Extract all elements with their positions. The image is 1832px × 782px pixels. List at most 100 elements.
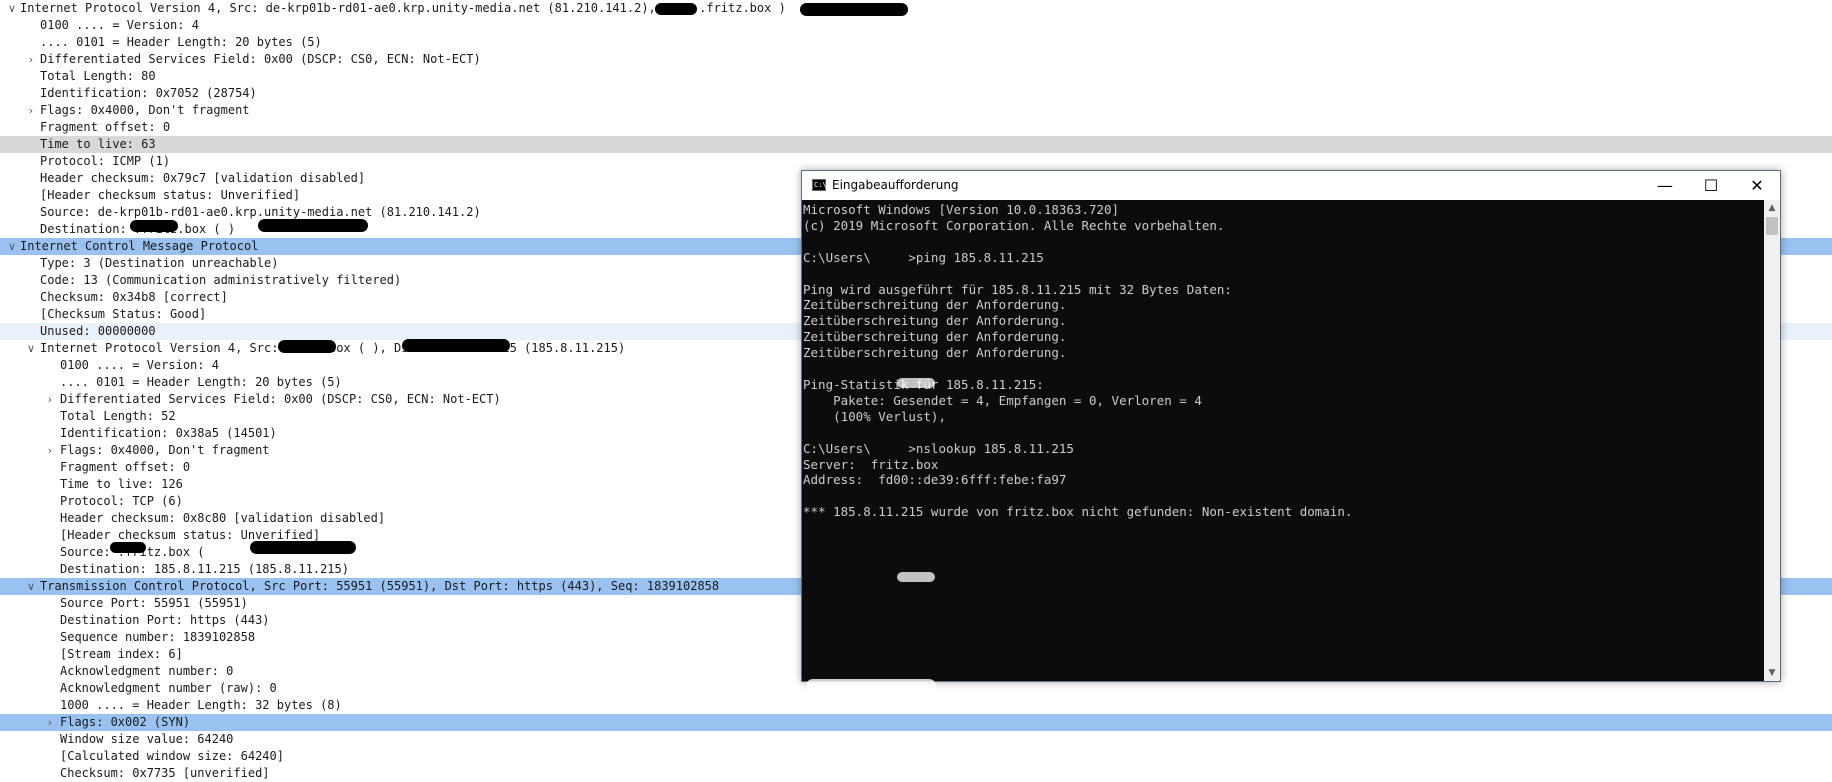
tree-row[interactable]: ∨ Internet Protocol Version 4, Src: de-kr… bbox=[0, 0, 1832, 17]
console-line: Zeitüberschreitung der Anforderung. bbox=[803, 345, 1067, 361]
tree-row-text: Type: 3 (Destination unreachable) bbox=[40, 256, 279, 270]
expand-down-icon[interactable]: ∨ bbox=[5, 0, 19, 17]
tree-row-text: Identification: 0x38a5 (14501) bbox=[60, 426, 277, 440]
redaction-mark bbox=[897, 378, 935, 388]
tree-row-text: Protocol: ICMP (1) bbox=[40, 154, 171, 168]
window-title: Eingabeaufforderung bbox=[832, 178, 959, 192]
redaction-mark bbox=[278, 340, 336, 353]
tree-row-text: Flags: 0x002 (SYN) bbox=[60, 715, 191, 729]
console-line: C:\Users\ >ping 185.8.11.215 bbox=[803, 249, 1044, 265]
redaction-mark bbox=[897, 572, 935, 582]
redaction-mark bbox=[402, 339, 510, 352]
tree-row-text: Sequence number: 1839102858 bbox=[60, 630, 256, 644]
expand-right-icon[interactable]: › bbox=[43, 714, 57, 731]
scroll-down-arrow-icon[interactable]: ▼ bbox=[1764, 665, 1780, 681]
tree-row-text: [Checksum Status: Good] bbox=[40, 307, 207, 321]
tree-row-text: Window size value: 64240 bbox=[60, 732, 234, 746]
scroll-thumb[interactable] bbox=[1766, 217, 1778, 235]
window-titlebar[interactable]: C:\. Eingabeaufforderung — ☐ ✕ bbox=[802, 171, 1780, 200]
maximize-button[interactable]: ☐ bbox=[1688, 171, 1734, 200]
console-scrollbar[interactable]: ▲ ▼ bbox=[1764, 200, 1780, 681]
tree-row-text: Time to live: 126 bbox=[60, 477, 183, 491]
tree-row-text: 1000 .... = Header Length: 32 bytes (8) bbox=[60, 698, 342, 712]
tree-row-text: Transmission Control Protocol, Src Port:… bbox=[40, 579, 720, 593]
tree-row[interactable]: Time to live: 63 bbox=[0, 136, 1832, 153]
expand-down-icon[interactable]: ∨ bbox=[5, 238, 19, 255]
expand-right-icon[interactable]: › bbox=[24, 102, 38, 119]
console-line: (c) 2019 Microsoft Corporation. Alle Rec… bbox=[803, 217, 1225, 233]
console-line: Address: fd00::de39:6fff:febe:fa97 bbox=[803, 472, 1067, 488]
tree-row-text: .... 0101 = Header Length: 20 bytes (5) bbox=[40, 35, 322, 49]
redaction-mark bbox=[806, 679, 936, 693]
expand-down-icon[interactable]: ∨ bbox=[24, 340, 38, 357]
tree-row-text: Destination: 185.8.11.215 (185.8.11.215) bbox=[60, 562, 349, 576]
tree-row[interactable]: › Differentiated Services Field: 0x00 (DS… bbox=[0, 51, 1832, 68]
close-button[interactable]: ✕ bbox=[1734, 171, 1780, 200]
tree-row-text: Fragment offset: 0 bbox=[40, 120, 171, 134]
tree-row-text: Source: de-krp01b-rd01-ae0.krp.unity-med… bbox=[40, 205, 481, 219]
console-app-icon: C:\. bbox=[812, 179, 831, 191]
tree-row-text: Acknowledgment number: 0 bbox=[60, 664, 234, 678]
tree-row[interactable]: Protocol: ICMP (1) bbox=[0, 153, 1832, 170]
console-line: Zeitüberschreitung der Anforderung. bbox=[803, 297, 1067, 313]
tree-row-text: Source Port: 55951 (55951) bbox=[60, 596, 248, 610]
expand-right-icon[interactable]: › bbox=[24, 51, 38, 68]
console-line: Zeitüberschreitung der Anforderung. bbox=[803, 329, 1067, 345]
tree-row[interactable]: [Calculated window size: 64240] bbox=[0, 748, 1832, 765]
console-line: Pakete: Gesendet = 4, Empfangen = 0, Ver… bbox=[803, 392, 1202, 408]
tree-row[interactable]: Total Length: 80 bbox=[0, 68, 1832, 85]
tree-row[interactable]: › Flags: 0x002 (SYN) bbox=[0, 714, 1832, 731]
tree-row-text: [Calculated window size: 64240] bbox=[60, 749, 284, 763]
scroll-up-arrow-icon[interactable]: ▲ bbox=[1764, 200, 1780, 216]
tree-row[interactable]: Fragment offset: 0 bbox=[0, 119, 1832, 136]
tree-row[interactable]: 0100 .... = Version: 4 bbox=[0, 17, 1832, 34]
expand-down-icon[interactable]: ∨ bbox=[24, 578, 38, 595]
expand-right-icon[interactable]: › bbox=[43, 442, 57, 459]
redaction-mark bbox=[800, 3, 908, 16]
console-line: Ping-Statistik für 185.8.11.215: bbox=[803, 376, 1044, 392]
redaction-mark bbox=[110, 542, 146, 553]
tree-row-text: Total Length: 52 bbox=[60, 409, 176, 423]
tree-row[interactable]: Window size value: 64240 bbox=[0, 731, 1832, 748]
tree-row-text: 0100 .... = Version: 4 bbox=[60, 358, 219, 372]
command-prompt-window[interactable]: C:\. Eingabeaufforderung — ☐ ✕ Microsoft… bbox=[801, 170, 1781, 693]
tree-row-text: [Header checksum status: Unverified] bbox=[40, 188, 301, 202]
tree-row[interactable]: › Flags: 0x4000, Don't fragment bbox=[0, 102, 1832, 119]
tree-row[interactable]: Identification: 0x7052 (28754) bbox=[0, 85, 1832, 102]
tree-row-text: Internet Control Message Protocol bbox=[20, 239, 259, 253]
console-line: *** 185.8.11.215 wurde von fritz.box nic… bbox=[803, 504, 1353, 520]
minimize-button[interactable]: — bbox=[1642, 171, 1688, 200]
tree-row-text: Identification: 0x7052 (28754) bbox=[40, 86, 257, 100]
tree-row-text: Header checksum: 0x79c7 [validation disa… bbox=[40, 171, 366, 185]
tree-row-text: Unused: 00000000 bbox=[40, 324, 156, 338]
tree-row-text: [Stream index: 6] bbox=[60, 647, 183, 661]
tree-row-text: Destination Port: https (443) bbox=[60, 613, 270, 627]
tree-row-text: Flags: 0x4000, Don't fragment bbox=[60, 443, 270, 457]
tree-row-text: Time to live: 63 bbox=[40, 137, 156, 151]
redaction-mark bbox=[655, 3, 697, 15]
tree-row-text: Differentiated Services Field: 0x00 (DSC… bbox=[60, 392, 501, 406]
tree-row-text: Differentiated Services Field: 0x00 (DSC… bbox=[40, 52, 481, 66]
tree-row-text: Checksum: 0x7735 [unverified] bbox=[60, 766, 270, 780]
console-output[interactable]: Microsoft Windows [Version 10.0.18363.72… bbox=[802, 200, 1764, 681]
tree-row-text: Total Length: 80 bbox=[40, 69, 156, 83]
tree-row-text: Checksum: 0x34b8 [correct] bbox=[40, 290, 228, 304]
tree-row[interactable]: .... 0101 = Header Length: 20 bytes (5) bbox=[0, 34, 1832, 51]
tree-row-text: Protocol: TCP (6) bbox=[60, 494, 183, 508]
tree-row-text: Fragment offset: 0 bbox=[60, 460, 191, 474]
console-line: (100% Verlust), bbox=[803, 408, 946, 424]
redaction-mark bbox=[258, 219, 368, 232]
expand-right-icon[interactable]: › bbox=[43, 391, 57, 408]
tree-row[interactable]: Checksum: 0x7735 [unverified] bbox=[0, 765, 1832, 782]
tree-row[interactable]: 1000 .... = Header Length: 32 bytes (8) bbox=[0, 697, 1832, 714]
redaction-mark bbox=[250, 541, 356, 554]
console-line: Zeitüberschreitung der Anforderung. bbox=[803, 313, 1067, 329]
redaction-mark bbox=[130, 220, 178, 232]
